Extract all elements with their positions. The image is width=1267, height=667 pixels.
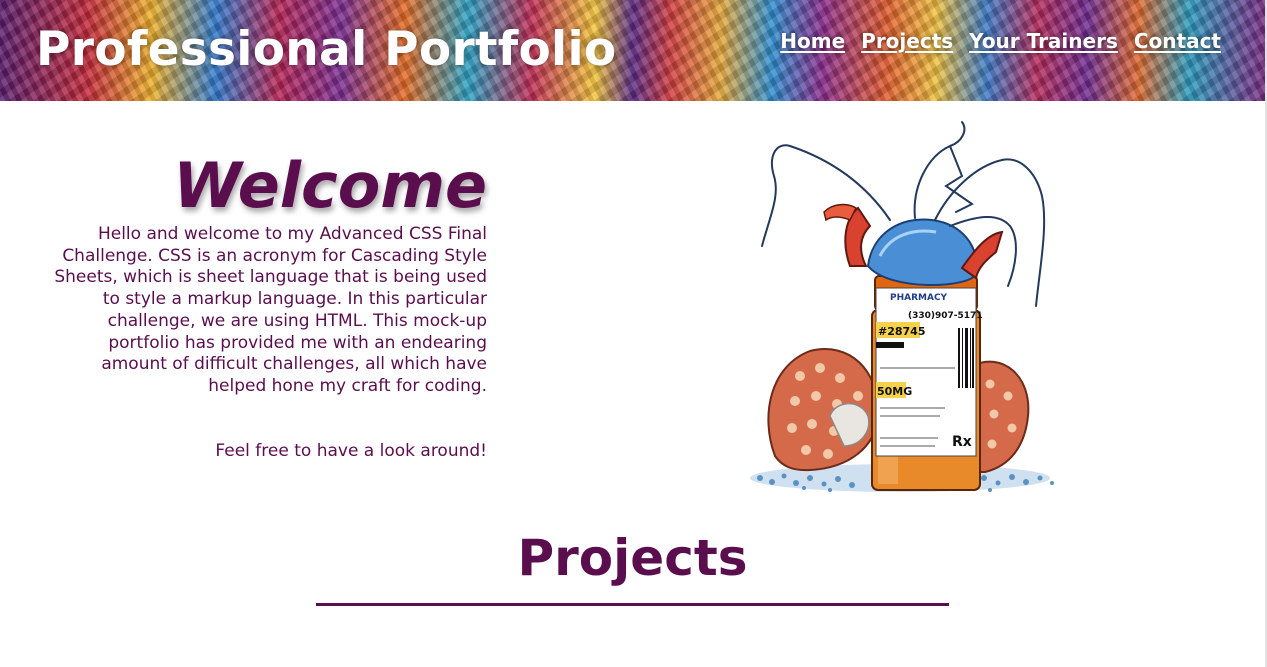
svg-text:Rx: Rx (952, 434, 972, 450)
welcome-intro-text: Hello and welcome to my Advanced CSS Fin… (54, 224, 487, 396)
site-title: Professional Portfolio (36, 22, 617, 77)
hermit-crab-pill-bottle-illustration: PHARMACY (330)907-5171 #28745 50MG Rx (740, 116, 1065, 506)
nav-link-projects[interactable]: Projects (861, 28, 953, 54)
welcome-section: Welcome Hello and welcome to my Advanced… (40, 148, 487, 462)
nav-link-contact[interactable]: Contact (1134, 28, 1221, 54)
welcome-heading: Welcome (173, 149, 487, 222)
projects-heading: Projects (517, 529, 748, 587)
main-nav: Home Projects Your Trainers Contact (780, 28, 1221, 54)
svg-text:50MG: 50MG (877, 385, 912, 398)
welcome-outro-text: Feel free to have a look around! (215, 440, 487, 461)
svg-text:#28745: #28745 (878, 325, 926, 338)
svg-text:(330)907-5171: (330)907-5171 (908, 311, 983, 321)
nav-link-your-trainers[interactable]: Your Trainers (969, 28, 1118, 54)
nav-link-home[interactable]: Home (780, 28, 845, 54)
svg-text:PHARMACY: PHARMACY (890, 293, 948, 303)
projects-divider (316, 603, 949, 606)
site-header: Professional Portfolio Home Projects You… (0, 0, 1265, 101)
